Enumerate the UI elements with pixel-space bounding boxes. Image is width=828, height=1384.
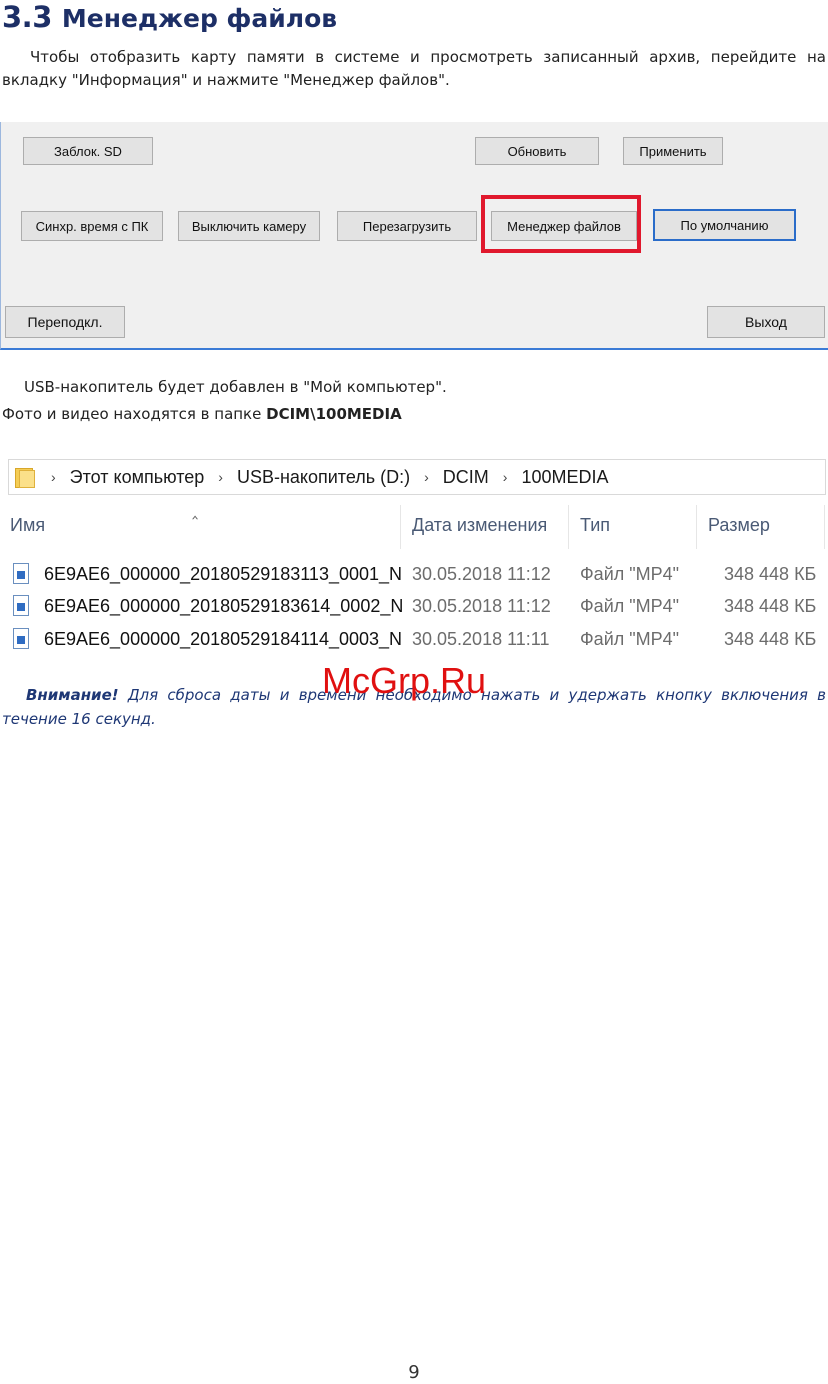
video-file-icon <box>13 563 29 584</box>
intro-paragraph: Чтобы отобразить карту памяти в системе … <box>2 48 826 89</box>
column-divider[interactable] <box>696 505 697 549</box>
chevron-right-icon: › <box>51 469 56 485</box>
watermark: McGrp.Ru <box>322 660 487 701</box>
file-date: 30.05.2018 11:12 <box>412 564 551 584</box>
column-type[interactable]: Тип <box>580 515 610 536</box>
video-file-icon <box>13 595 29 616</box>
section-number: 3.3 <box>2 0 52 34</box>
lock-sd-button[interactable]: Заблок. SD <box>23 137 153 165</box>
file-row[interactable]: 6E9AE6_000000_20180529183113_0001_N 30.0… <box>0 560 828 590</box>
page-number: 9 <box>408 1362 420 1383</box>
default-settings-button[interactable]: По умолчанию <box>653 209 796 241</box>
apply-button[interactable]: Применить <box>623 137 723 165</box>
file-size: 348 448 КБ <box>724 629 817 649</box>
file-date: 30.05.2018 11:12 <box>412 596 551 616</box>
exit-button[interactable]: Выход <box>707 306 825 338</box>
breadcrumb-this-pc[interactable]: Этот компьютер <box>70 467 205 488</box>
file-size: 348 448 КБ <box>724 596 817 616</box>
column-headers: ‸ Имя Дата изменения Тип Размер <box>0 499 828 549</box>
file-name: 6E9AE6_000000_20180529184114_0003_N <box>44 629 403 649</box>
reconnect-button[interactable]: Переподкл. <box>5 306 125 338</box>
breadcrumb-100media[interactable]: 100MEDIA <box>521 467 608 488</box>
warning-label: Внимание! <box>26 686 119 704</box>
sync-time-button[interactable]: Синхр. время с ПК <box>21 211 163 241</box>
chevron-right-icon: › <box>218 469 223 485</box>
column-name[interactable]: Имя <box>10 515 45 536</box>
file-type: Файл "MP4" <box>580 564 680 584</box>
section-title: Менеджер файлов <box>61 4 338 33</box>
column-date[interactable]: Дата изменения <box>412 515 547 536</box>
usb-added-text: USB-накопитель будет добавлен в "Мой ком… <box>24 378 447 396</box>
folder-path: DCIM\100MEDIA <box>266 405 402 423</box>
file-type: Файл "MP4" <box>580 629 680 649</box>
file-manager-highlight <box>481 195 641 253</box>
breadcrumb-usb-drive[interactable]: USB-накопитель (D:) <box>237 467 410 488</box>
file-row[interactable]: 6E9AE6_000000_20180529183614_0002_N 30.0… <box>0 592 828 622</box>
refresh-button[interactable]: Обновить <box>475 137 599 165</box>
folder-icon <box>15 466 37 488</box>
address-bar[interactable]: › Этот компьютер › USB-накопитель (D:) ›… <box>8 459 826 495</box>
file-name: 6E9AE6_000000_20180529183614_0002_N <box>44 596 404 616</box>
column-divider[interactable] <box>568 505 569 549</box>
folder-path-prefix: Фото и видео находятся в папке <box>2 405 267 423</box>
file-row[interactable]: 6E9AE6_000000_20180529184114_0003_N 30.0… <box>0 625 828 655</box>
file-type: Файл "MP4" <box>580 596 680 616</box>
breadcrumb-dcim[interactable]: DCIM <box>443 467 489 488</box>
column-size[interactable]: Размер <box>708 515 770 536</box>
file-size: 348 448 КБ <box>724 564 817 584</box>
section-heading: 3.3 Менеджер файлов <box>2 0 337 38</box>
sort-up-icon: ‸ <box>192 499 199 519</box>
file-name: 6E9AE6_000000_20180529183113_0001_N <box>44 564 403 584</box>
explorer-screenshot: › Этот компьютер › USB-накопитель (D:) ›… <box>0 455 828 660</box>
chevron-right-icon: › <box>424 469 429 485</box>
info-dialog-screenshot: Заблок. SD Обновить Применить Синхр. вре… <box>0 122 828 350</box>
camera-off-button[interactable]: Выключить камеру <box>178 211 320 241</box>
column-divider[interactable] <box>824 505 825 549</box>
video-file-icon <box>13 628 29 649</box>
reboot-button[interactable]: Перезагрузить <box>337 211 477 241</box>
chevron-right-icon: › <box>502 469 508 485</box>
folder-path-text: Фото и видео находятся в папке DCIM\100M… <box>2 403 826 426</box>
column-divider[interactable] <box>400 505 401 549</box>
file-date: 30.05.2018 11:11 <box>412 629 550 649</box>
